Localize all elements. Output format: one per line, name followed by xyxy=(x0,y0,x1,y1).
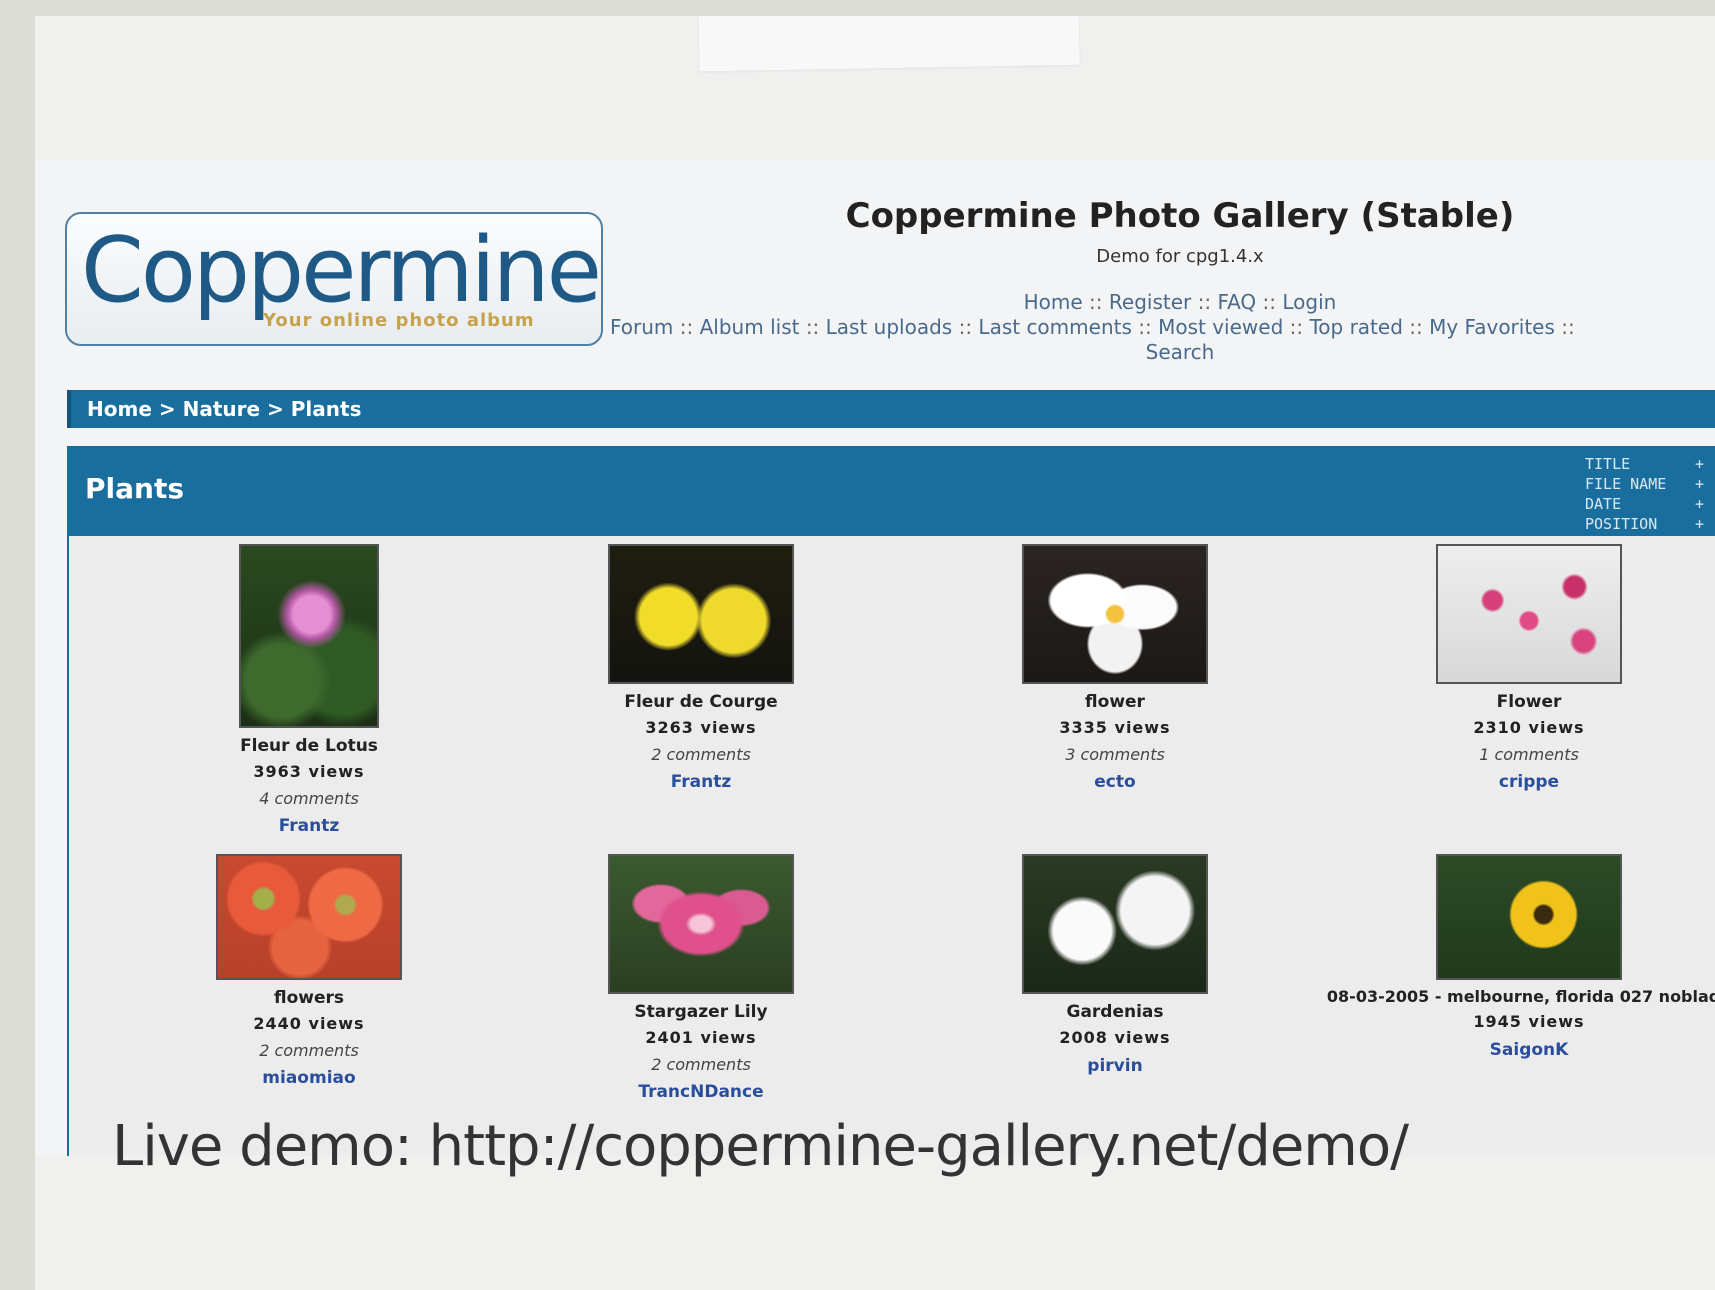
thumbnail-item: Flower 2310 views 1 comments crippe xyxy=(1329,544,1715,796)
thumbnail-views: 2310 views xyxy=(1473,718,1585,737)
thumbnail-comments: 2 comments xyxy=(651,745,751,764)
thumbnail-owner-link[interactable]: Frantz xyxy=(109,812,509,840)
thumbnail-item: flowers 2440 views 2 comments miaomiao xyxy=(109,854,509,1092)
thumbnail-views: 1945 views xyxy=(1473,1012,1585,1031)
thumbnail-item: Gardenias 2008 views pirvin xyxy=(915,854,1315,1080)
thumbnail-title: Flower xyxy=(1496,692,1562,712)
thumbnail-item: Fleur de Lotus 3963 views 4 comments Fra… xyxy=(109,544,509,840)
thumbnail-grid: Fleur de Lotus 3963 views 4 comments Fra… xyxy=(67,536,1715,1156)
thumbnail-comments: 2 comments xyxy=(651,1055,751,1074)
thumbnail-views: 2401 views xyxy=(645,1028,757,1047)
sort-date-asc[interactable]: + xyxy=(1695,494,1715,514)
thumbnail-image[interactable] xyxy=(608,854,794,994)
nav-album-list-link[interactable]: Album list xyxy=(700,315,800,339)
thumbnail-item: 08-03-2005 - melbourne, florida 027 nobl… xyxy=(1319,854,1715,1064)
thumbnail-owner-link[interactable]: Frantz xyxy=(501,768,901,796)
nav-forum-link[interactable]: Forum xyxy=(610,315,673,339)
thumbnail-owner-link[interactable]: SaigonK xyxy=(1319,1036,1715,1064)
sort-title-asc[interactable]: + xyxy=(1695,454,1715,474)
thumbnail-comments: 4 comments xyxy=(259,789,359,808)
thumbnail-comments: 2 comments xyxy=(259,1041,359,1060)
thumbnail-title: Stargazer Lily xyxy=(634,1002,768,1022)
nav-register-link[interactable]: Register xyxy=(1109,290,1191,314)
thumbnail-image[interactable] xyxy=(216,854,402,980)
thumbnail-comments: 3 comments xyxy=(1065,745,1165,764)
nav-last-comments-link[interactable]: Last comments xyxy=(978,315,1131,339)
sort-date-label: DATE xyxy=(1585,495,1622,513)
thumbnail-owner-link[interactable]: TrancNDance xyxy=(501,1078,901,1106)
thumbnail-views: 2008 views xyxy=(1059,1028,1171,1047)
thumbnail-image[interactable] xyxy=(239,544,379,728)
nav-faq-link[interactable]: FAQ xyxy=(1217,290,1256,314)
breadcrumb-plants[interactable]: Plants xyxy=(291,397,362,421)
sort-filename-label: FILE NAME xyxy=(1585,475,1667,493)
album-header: Plants TITLE + - FILE NAME + - DATE + - xyxy=(67,446,1715,536)
nav-last-uploads-link[interactable]: Last uploads xyxy=(826,315,953,339)
thumbnail-title: Gardenias xyxy=(1066,1002,1164,1022)
thumbnail-owner-link[interactable]: miaomiao xyxy=(109,1064,509,1092)
breadcrumb-home[interactable]: Home xyxy=(87,397,152,421)
thumbnail-owner-link[interactable]: ecto xyxy=(915,768,1315,796)
thumbnail-title: Fleur de Lotus xyxy=(240,736,378,756)
nav-top-rated-link[interactable]: Top rated xyxy=(1309,315,1402,339)
thumbnail-owner-link[interactable]: pirvin xyxy=(915,1052,1315,1080)
sort-title-label: TITLE xyxy=(1585,455,1631,473)
site-logo[interactable]: Coppermine Your online photo album xyxy=(65,212,603,346)
breadcrumb-nature[interactable]: Nature xyxy=(183,397,260,421)
thumbnail-views: 3335 views xyxy=(1059,718,1171,737)
sort-title: TITLE + - xyxy=(1585,454,1715,474)
nav-row-gallery: Forum :: Album list :: Last uploads :: L… xyxy=(610,315,1575,339)
nav-my-favorites-link[interactable]: My Favorites xyxy=(1429,315,1555,339)
album-title: Plants xyxy=(85,472,184,505)
thumbnail-title: flower xyxy=(1085,692,1145,712)
sort-filename-asc[interactable]: + xyxy=(1695,474,1715,494)
sort-position: POSITION + - xyxy=(1585,514,1715,534)
thumbnail-item: Fleur de Courge 3263 views 2 comments Fr… xyxy=(501,544,901,796)
thumbnail-item: flower 3335 views 3 comments ecto xyxy=(915,544,1315,796)
nav-row-account: Home :: Register :: FAQ :: Login xyxy=(1023,290,1337,314)
thumbnail-image[interactable] xyxy=(1022,854,1208,994)
sort-position-asc[interactable]: + xyxy=(1695,514,1715,534)
thumbnail-item: Stargazer Lily 2401 views 2 comments Tra… xyxy=(501,854,901,1106)
thumbnail-title: 08-03-2005 - melbourne, florida 027 nobl… xyxy=(1326,987,1715,1006)
thumbnail-title: Fleur de Courge xyxy=(624,692,778,712)
breadcrumb: Home > Nature > Plants xyxy=(67,390,1715,428)
tape-decoration xyxy=(698,16,1080,72)
sort-filename: FILE NAME + - xyxy=(1585,474,1715,494)
thumbnail-views: 2440 views xyxy=(253,1014,365,1033)
nav-home-link[interactable]: Home xyxy=(1024,290,1083,314)
thumbnail-image[interactable] xyxy=(1436,544,1622,684)
thumbnail-image[interactable] xyxy=(1436,854,1622,980)
thumbnail-comments: 1 comments xyxy=(1479,745,1579,764)
logo-tagline: Your online photo album xyxy=(263,310,535,331)
site-subtitle: Demo for cpg1.4.x xyxy=(1096,246,1264,267)
gallery-screenshot: Coppermine Your online photo album Coppe… xyxy=(35,160,1715,1156)
nav-search-link[interactable]: Search xyxy=(1146,340,1215,364)
presentation-slide: Coppermine Your online photo album Coppe… xyxy=(35,16,1715,1290)
thumbnail-views: 3963 views xyxy=(253,762,365,781)
nav-row-search: Search xyxy=(635,340,1715,364)
sort-options: TITLE + - FILE NAME + - DATE + - POSITIO… xyxy=(1585,454,1715,534)
demo-url-caption: Live demo: http://coppermine-gallery.net… xyxy=(112,1114,1409,1179)
thumbnail-image[interactable] xyxy=(1022,544,1208,684)
thumbnail-owner-link[interactable]: crippe xyxy=(1329,768,1715,796)
sort-date: DATE + - xyxy=(1585,494,1715,514)
thumbnail-image[interactable] xyxy=(608,544,794,684)
thumbnail-title: flowers xyxy=(273,988,345,1008)
site-title: Coppermine Photo Gallery (Stable) xyxy=(845,196,1515,236)
thumbnail-views: 3263 views xyxy=(645,718,757,737)
sort-position-label: POSITION xyxy=(1585,515,1658,533)
nav-most-viewed-link[interactable]: Most viewed xyxy=(1158,315,1283,339)
nav-login-link[interactable]: Login xyxy=(1282,290,1336,314)
